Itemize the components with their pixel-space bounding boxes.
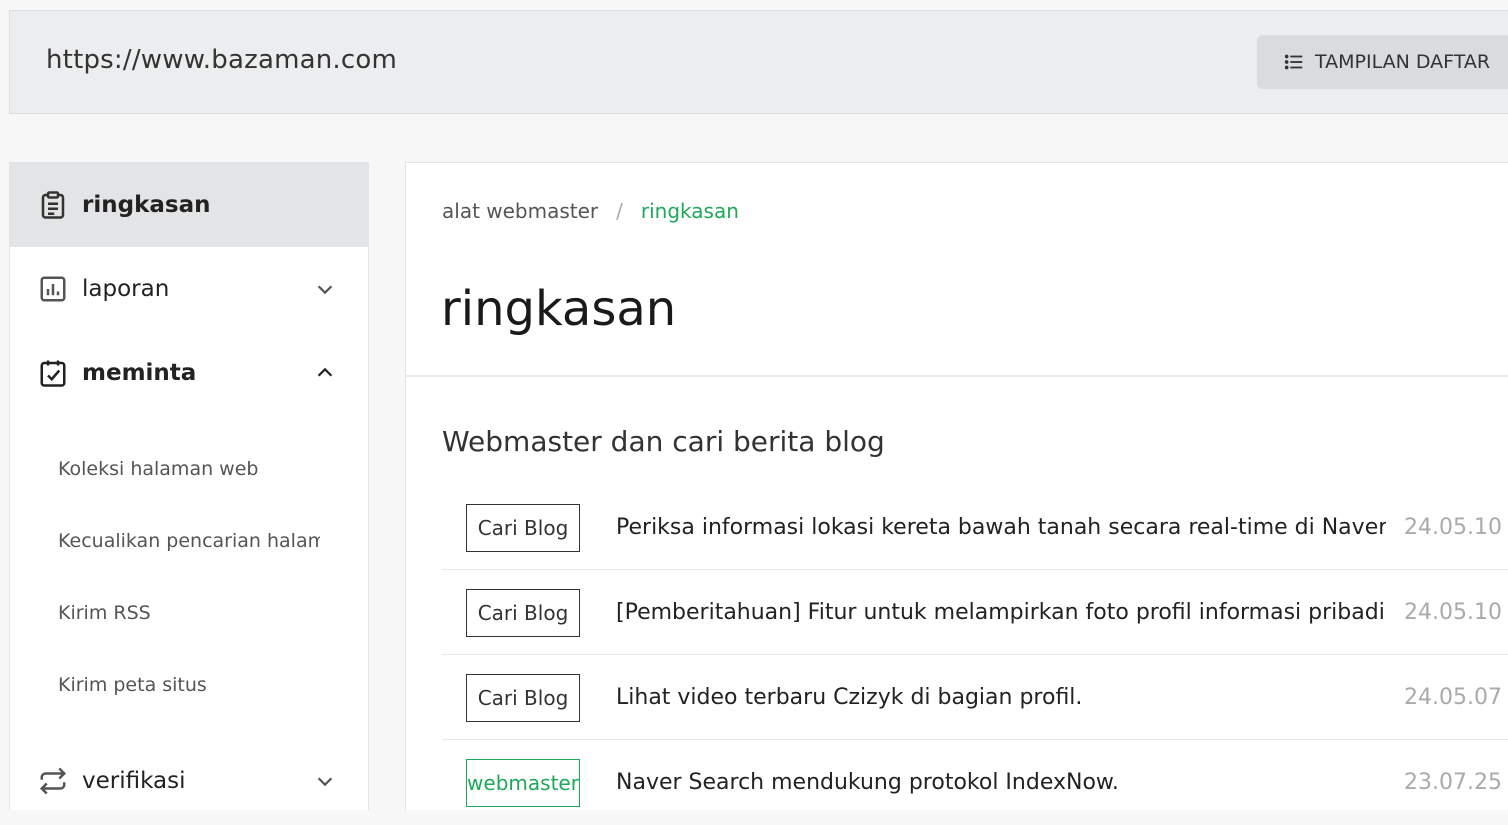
breadcrumb-current: ringkasan	[640, 199, 739, 223]
news-date: 23.07.25	[1404, 770, 1502, 795]
sidebar-item-ringkasan[interactable]: ringkasan	[10, 163, 368, 247]
list-view-button[interactable]: TAMPILAN DAFTAR	[1257, 35, 1508, 89]
news-date: 24.05.10	[1404, 600, 1502, 625]
section-title: Webmaster dan cari berita blog	[442, 425, 885, 458]
news-tag: Cari Blog	[466, 589, 580, 637]
main-panel: alat webmaster / ringkasan ringkasan Web…	[405, 162, 1508, 810]
sidebar-item-laporan[interactable]: laporan	[10, 247, 368, 331]
sub-item-exclude-search[interactable]: Kecualikan pencarian halaman	[58, 521, 320, 561]
sub-item-web-collection[interactable]: Koleksi halaman web	[58, 449, 320, 489]
news-date: 24.05.10	[1404, 515, 1502, 540]
news-title[interactable]: Naver Search mendukung protokol IndexNow…	[616, 740, 1386, 825]
news-row[interactable]: Cari Blog Lihat video terbaru Czizyk di …	[442, 655, 1508, 740]
sidebar-item-verifikasi[interactable]: verifikasi	[10, 739, 368, 823]
sidebar-item-label: meminta	[82, 360, 197, 386]
news-tag: webmaster	[466, 759, 580, 807]
news-tag: Cari Blog	[466, 504, 580, 552]
sub-item-submit-sitemap[interactable]: Kirim peta situs	[58, 665, 320, 705]
divider	[406, 375, 1508, 377]
top-bar: https://www.bazaman.com TAMPILAN DAFTAR	[9, 10, 1508, 114]
breadcrumb-root[interactable]: alat webmaster	[442, 199, 598, 223]
list-icon	[1284, 54, 1303, 70]
news-title[interactable]: Lihat video terbaru Czizyk di bagian pro…	[616, 655, 1386, 740]
sidebar-item-meminta[interactable]: meminta	[10, 331, 368, 415]
news-title[interactable]: [Pemberitahuan] Fitur untuk melampirkan …	[616, 570, 1386, 655]
repeat-icon	[39, 767, 67, 795]
sidebar-item-label: ringkasan	[82, 192, 211, 218]
news-row[interactable]: webmaster Naver Search mendukung protoko…	[442, 740, 1508, 825]
sidebar-item-label: laporan	[82, 276, 170, 302]
sub-item-submit-rss[interactable]: Kirim RSS	[58, 593, 320, 633]
clipboard-icon	[41, 191, 65, 219]
news-title[interactable]: Periksa informasi lokasi kereta bawah ta…	[616, 485, 1386, 570]
breadcrumb: alat webmaster / ringkasan	[442, 199, 739, 223]
bar-chart-icon	[40, 276, 66, 302]
breadcrumb-separator: /	[616, 199, 623, 223]
news-row[interactable]: Cari Blog Periksa informasi lokasi keret…	[442, 485, 1508, 570]
news-tag: Cari Blog	[466, 674, 580, 722]
chevron-up-icon[interactable]	[314, 362, 336, 384]
news-list: Cari Blog Periksa informasi lokasi keret…	[442, 485, 1508, 825]
news-date: 24.05.07	[1404, 685, 1502, 710]
sidebar-item-label: verifikasi	[82, 768, 186, 794]
site-url: https://www.bazaman.com	[46, 45, 398, 75]
page-title: ringkasan	[441, 281, 677, 337]
chevron-down-icon[interactable]	[314, 278, 336, 300]
calendar-check-icon	[40, 360, 66, 387]
chevron-down-icon[interactable]	[314, 770, 336, 792]
news-row[interactable]: Cari Blog [Pemberitahuan] Fitur untuk me…	[442, 570, 1508, 655]
list-view-label: TAMPILAN DAFTAR	[1315, 51, 1491, 73]
sidebar: ringkasan laporan meminta Koleksi halama…	[9, 162, 369, 810]
